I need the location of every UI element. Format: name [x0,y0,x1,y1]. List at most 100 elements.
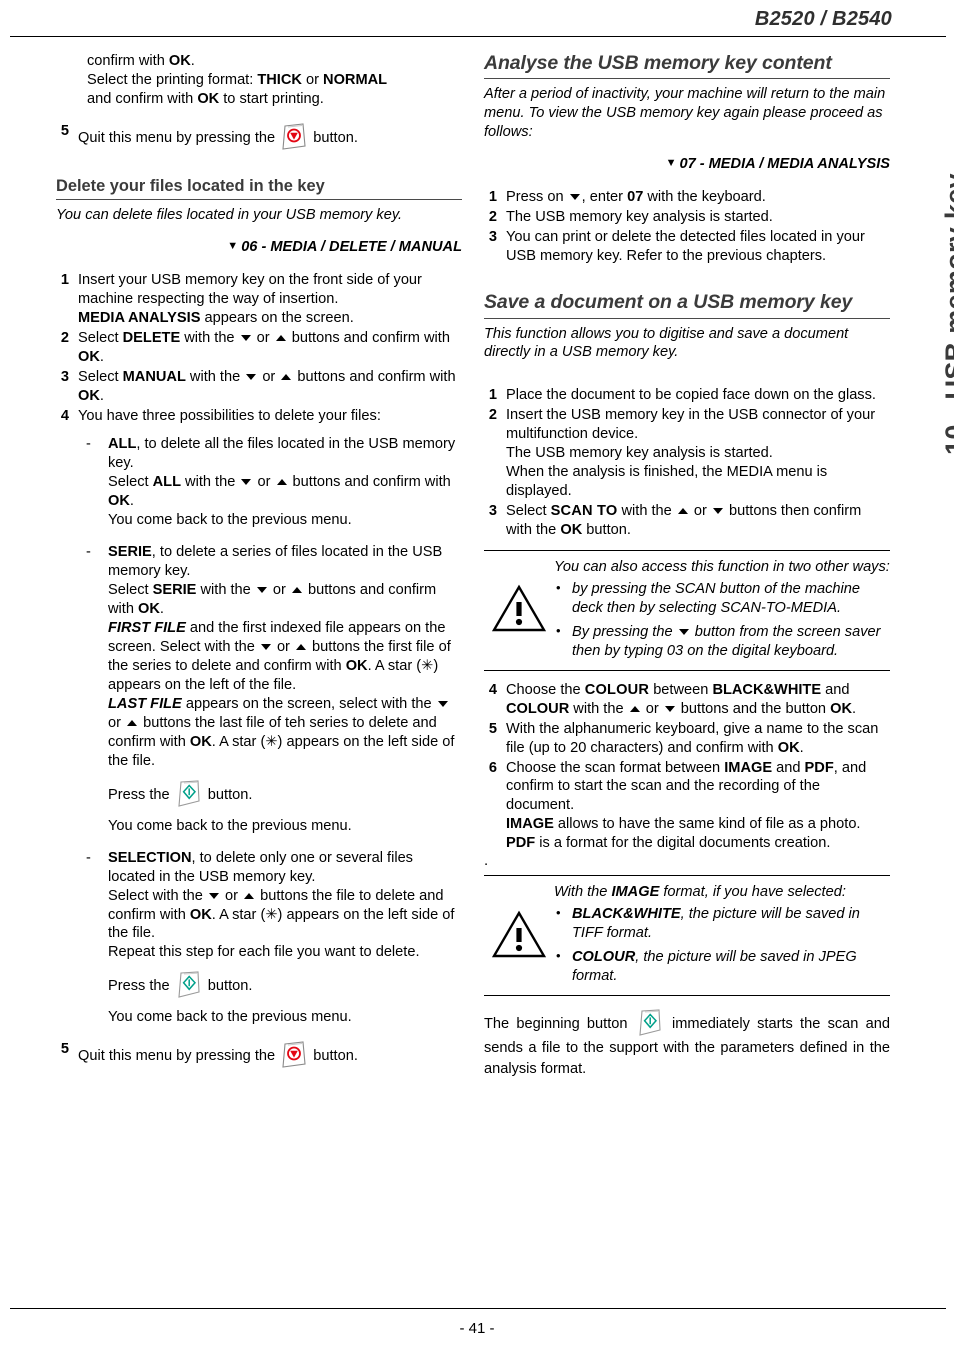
text-fragment: Choose the [506,681,585,698]
first-file-keyword: FIRST FILE [108,619,186,636]
arrow-up-icon [244,892,255,899]
ok-keyword: OK [830,700,852,717]
thick-keyword: THICK [257,71,302,88]
continued-instruction-block: confirm with OK. Select the printing for… [87,52,462,109]
text-fragment: or [272,638,294,655]
text-fragment: or [268,581,290,598]
black-and-white-keyword: BLACK&WHITE [712,681,822,698]
manual-page: B2520 / B2540 10 - USB memory key confir… [0,0,954,1351]
warning-triangle-wrapper [484,584,554,634]
scan-to-keyword: SCAN TO [550,502,618,519]
text-fragment: . [159,600,164,617]
image-keyword: IMAGE [611,884,660,901]
step-place-document: 1 Place the document to be copied face d… [484,386,890,405]
text-fragment: and [821,681,850,698]
step-choose-colour: 4 Choose the COLOUR between BLACK&WHITE … [484,681,890,719]
step-quit-menu: 5 Quit this menu by pressing the button. [56,122,462,152]
step-text: You have three possibilities to delete y… [78,408,381,425]
ok-keyword: OK [78,388,100,405]
text-fragment: You come back to the previous menu. [108,512,352,529]
text-fragment: The USB memory key analysis is started. [506,444,773,461]
selection-keyword: SELECTION [108,849,192,866]
delete-option-serie: - SERIE, to delete a series of files loc… [86,543,462,836]
stop-button-icon [281,1040,307,1070]
text-fragment: Select [108,581,153,598]
ok-keyword: OK [197,90,220,107]
note-box-access-methods: You can also access this function in two… [484,549,890,671]
save-steps-list: 1 Place the document to be copied face d… [484,386,890,540]
arrow-down-icon [208,892,219,899]
pdf-keyword: PDF [804,759,834,776]
text-fragment: Select [78,369,123,386]
note-lead: With the IMAGE format, if you have selec… [554,883,890,902]
continued-line-1: confirm with OK. [87,52,462,71]
serie-keyword: SERIE [108,544,152,560]
text-fragment: with the keyboard. [643,189,766,206]
arrow-down-icon [569,194,580,201]
section-intro: You can delete files located in your USB… [56,206,403,223]
step-text: Quit this menu by pressing the button. [78,1040,462,1070]
text-fragment: . [129,493,134,510]
menu-path-label: 06 - MEDIA / DELETE / MANUAL [241,239,462,256]
text-fragment: Select with the [108,887,207,904]
start-button-icon [176,779,202,809]
arrow-down-icon [256,586,267,593]
option-text: ALL, to delete all the files located in … [108,435,462,530]
menu-path-label: 07 - MEDIA / MEDIA ANALYSIS [679,156,890,173]
arrow-up-icon [291,586,302,593]
delete-option-all: - ALL, to delete all the files located i… [86,435,462,530]
serie-keyword: SERIE [152,581,197,598]
colour-keyword-smallcaps: COLOUR [584,681,650,698]
pdf-keyword: PDF [506,835,536,852]
text-fragment: Insert your USB memory key on the front … [78,272,422,308]
step-number: 6 [488,759,497,776]
return-previous-menu-line: You come back to the previous menu. [108,817,352,834]
header-divider [10,36,946,37]
note-bullet-item: COLOUR, the picture will be saved in JPE… [556,948,890,986]
step-number: 3 [60,369,69,386]
step-insert-usb-key: 2 Insert the USB memory key in the USB c… [484,406,890,501]
step-select-delete: 2 Select DELETE with the or buttons and … [56,329,462,367]
text-fragment: Select [506,502,551,519]
text-fragment: . [852,700,857,717]
step-text: Select DELETE with the or buttons and co… [78,329,462,367]
text-fragment: Select [108,474,153,491]
step-text: Place the document to be copied face dow… [506,387,876,404]
ok-keyword: OK [138,600,160,617]
text-fragment: buttons and confirm with [288,474,451,491]
black-and-white-keyword: BLACK&WHITE [572,906,681,923]
option-text: SERIE, to delete a series of files locat… [108,543,462,836]
step-number: 5 [488,720,497,737]
arrow-down-icon [260,643,271,650]
text-fragment: or [689,502,711,519]
manual-keyword: MANUAL [122,369,186,386]
step-select-manual: 3 Select MANUAL with the or buttons and … [56,368,462,406]
code-07-keyword: 07 [627,189,644,206]
step-text: Insert the USB memory key in the USB con… [506,406,890,501]
dash-bullet: - [86,436,91,453]
return-previous-menu-line: You come back to the previous menu. [108,1009,352,1026]
step-number: 5 [60,122,69,139]
text-fragment: . [99,388,104,405]
warning-triangle-icon [491,584,547,632]
step-insert-key: 1 Insert your USB memory key on the fron… [56,271,462,328]
text-fragment: button. [207,978,253,995]
text-fragment: buttons and confirm with [293,369,456,386]
text-fragment: By pressing the [572,623,677,640]
step-number: 3 [488,229,497,246]
section-heading-save-document: Save a document on a USB memory key [484,291,890,319]
step-text: With the alphanumeric keyboard, give a n… [506,720,890,758]
step-text: Insert your USB memory key on the front … [78,271,462,328]
option-text: SELECTION, to delete only one or several… [108,849,462,1028]
text-fragment: . [99,349,104,366]
step-number: 1 [488,387,497,404]
ok-keyword: OK [777,739,800,756]
text-fragment: to start printing. [219,90,324,107]
step-choose-scan-format: 6 Choose the scan format between IMAGE a… [484,759,890,854]
text-fragment: Select [78,330,123,347]
press-start-button-line: Press the button. [108,970,462,1000]
text-fragment: or [253,474,275,491]
text-fragment: The beginning button [484,1016,628,1033]
step-number: 1 [488,189,497,206]
arrow-down-icon [241,479,252,486]
